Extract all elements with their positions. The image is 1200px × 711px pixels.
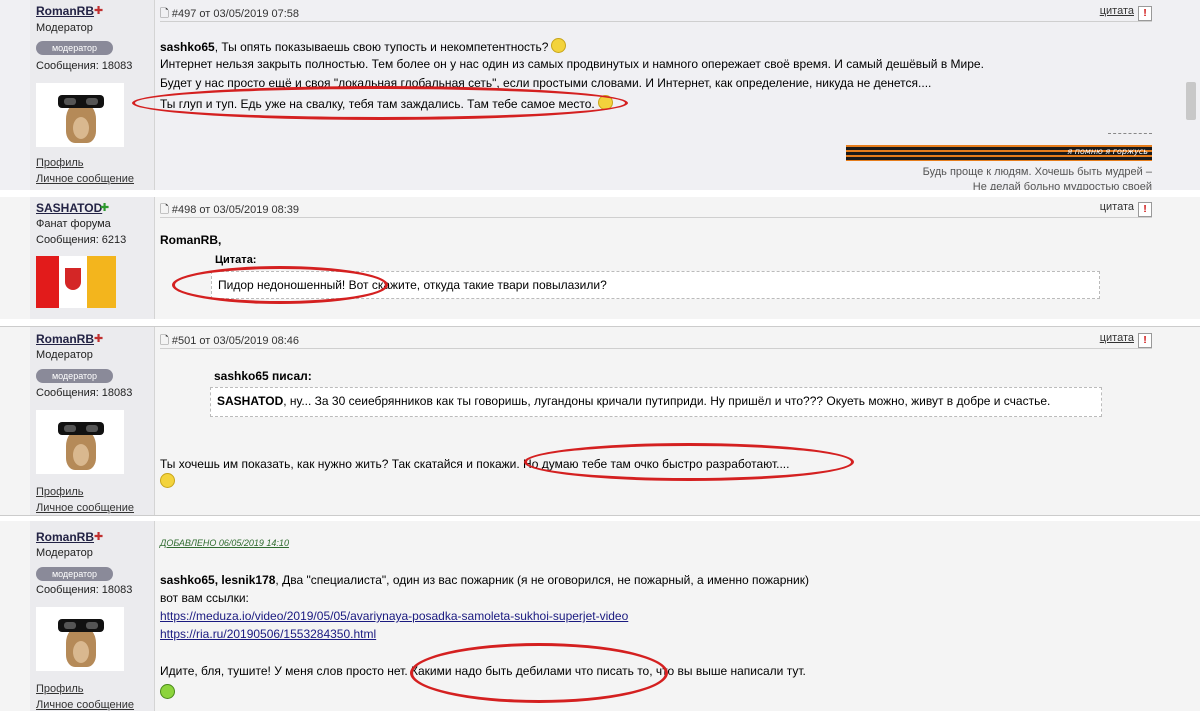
post-id[interactable]: 🗋 #497 от 03/05/2019 07:58 — [160, 5, 299, 24]
smile-icon — [597, 95, 613, 110]
signature-line-2: Не делай больно мудростью своей — [972, 181, 1152, 190]
post-497: RomanRB ✚ Модератор модератор Сообщения:… — [0, 0, 1200, 190]
author-role: Фанат форума — [36, 218, 111, 230]
message-count: Сообщения: 18083 — [36, 387, 133, 399]
post-icon: 🗋 — [160, 204, 172, 216]
reply-smile — [160, 473, 175, 489]
post-added: RomanRB ✚ Модератор модератор Сообщения:… — [0, 521, 1200, 711]
status-icon: ✚ — [94, 4, 104, 17]
moderator-badge: модератор — [36, 567, 113, 581]
post-line-1: sashko65, lesnik178, Два "специалиста", … — [160, 573, 809, 587]
link-ria[interactable]: https://ria.ru/20190506/1553284350.html — [160, 627, 376, 641]
message-count: Сообщения: 18083 — [36, 584, 133, 596]
author-sidebar: RomanRB ✚ Модератор модератор Сообщения:… — [30, 0, 155, 190]
moderator-badge: модератор — [36, 369, 113, 383]
status-icon: ✚ — [94, 332, 104, 345]
added-timestamp: ДОБАВЛЕНО 06/05/2019 14:10 — [160, 538, 289, 548]
message-count: Сообщения: 18083 — [36, 60, 133, 72]
author-name[interactable]: RomanRB — [36, 4, 94, 18]
author-sidebar: RomanRB ✚ Модератор модератор Сообщения:… — [30, 521, 155, 711]
post-line-1: sashko65, Ты опять показываешь свою тупо… — [160, 38, 567, 54]
author-sidebar: SASHATOD ✚ Фанат форума Сообщения: 6213 — [30, 197, 155, 319]
post-content: 🗋 #501 от 03/05/2019 08:46 цитата ! sash… — [155, 327, 1152, 515]
quote-button[interactable]: цитата — [1100, 5, 1134, 17]
quote-block: SASHATOD, ну... За 30 сеиебрянников как … — [210, 387, 1102, 417]
message-count: Сообщения: 6213 — [36, 234, 127, 246]
quote-title: Цитата: — [215, 254, 257, 266]
author-role: Модератор — [36, 547, 93, 559]
quote-title: sashko65 писал: — [214, 369, 312, 383]
moderator-badge: модератор — [36, 41, 113, 55]
smile-icon — [160, 473, 175, 488]
post-line-2: Интернет нельзя закрыть полностью. Тем б… — [160, 57, 984, 71]
profile-link[interactable]: Профиль — [36, 683, 84, 695]
smile-icon — [160, 684, 175, 699]
quote-button[interactable]: цитата — [1100, 201, 1134, 213]
post-id[interactable]: 🗋 #501 от 03/05/2019 08:46 — [160, 332, 299, 351]
post-line-3: Идите, бля, тушите! У меня слов просто н… — [160, 664, 806, 678]
post-smile — [160, 684, 175, 700]
author-role: Модератор — [36, 349, 93, 361]
post-icon: 🗋 — [160, 8, 172, 20]
profile-link[interactable]: Профиль — [36, 157, 84, 169]
signature-line-1: Будь проще к людям. Хочешь быть мудрей – — [922, 166, 1152, 178]
author-sidebar: RomanRB ✚ Модератор модератор Сообщения:… — [30, 327, 155, 515]
author-name[interactable]: RomanRB — [36, 530, 94, 544]
author-role: Модератор — [36, 22, 93, 34]
post-content: 🗋 #497 от 03/05/2019 07:58 цитата ! sash… — [155, 0, 1152, 190]
smile-icon — [551, 38, 567, 53]
author-name[interactable]: SASHATOD — [36, 201, 102, 215]
report-icon[interactable]: ! — [1138, 6, 1152, 21]
ribbon-banner: я помню я горжусь — [846, 145, 1152, 161]
scrollbar-thumb[interactable] — [1186, 82, 1196, 120]
post-line-4: Ты глуп и туп. Едь уже на свалку, тебя т… — [160, 95, 613, 111]
post-line-2: вот вам ссылки: — [160, 591, 249, 605]
signature-divider — [1108, 133, 1152, 134]
reply-text: Ты хочешь им показать, как нужно жить? Т… — [160, 457, 790, 471]
post-header: 🗋 #497 от 03/05/2019 07:58 цитата ! — [160, 5, 1152, 22]
quote-button[interactable]: цитата — [1100, 332, 1134, 344]
avatar — [36, 607, 124, 671]
odessa-flag-avatar — [36, 256, 116, 308]
link-meduza[interactable]: https://meduza.io/video/2019/05/05/avari… — [160, 609, 628, 623]
post-content: 🗋 #498 от 03/05/2019 08:39 цитата ! Roma… — [155, 197, 1152, 319]
author-name[interactable]: RomanRB — [36, 332, 94, 346]
post-header: 🗋 #501 от 03/05/2019 08:46 цитата ! — [160, 332, 1152, 349]
post-501: RomanRB ✚ Модератор модератор Сообщения:… — [0, 326, 1200, 516]
private-message-link[interactable]: Личное сообщение — [36, 502, 134, 514]
status-icon: ✚ — [94, 530, 104, 543]
post-header: 🗋 #498 от 03/05/2019 08:39 цитата ! — [160, 201, 1152, 218]
post-content: ДОБАВЛЕНО 06/05/2019 14:10 sashko65, les… — [155, 521, 1152, 711]
report-icon[interactable]: ! — [1138, 202, 1152, 217]
private-message-link[interactable]: Личное сообщение — [36, 699, 134, 711]
private-message-link[interactable]: Личное сообщение — [36, 173, 134, 185]
reply-address: RomanRB, — [160, 233, 222, 247]
post-icon: 🗋 — [160, 335, 172, 347]
post-line-3: Будет у нас просто ещё и своя "локальная… — [160, 76, 932, 90]
avatar — [36, 83, 124, 147]
post-id[interactable]: 🗋 #498 от 03/05/2019 08:39 — [160, 201, 299, 220]
quote-block: Пидор недоношенный! Вот скажите, откуда … — [211, 271, 1100, 299]
post-498: SASHATOD ✚ Фанат форума Сообщения: 6213 … — [0, 197, 1200, 319]
profile-link[interactable]: Профиль — [36, 486, 84, 498]
status-icon: ✚ — [100, 201, 110, 214]
report-icon[interactable]: ! — [1138, 333, 1152, 348]
avatar — [36, 410, 124, 474]
